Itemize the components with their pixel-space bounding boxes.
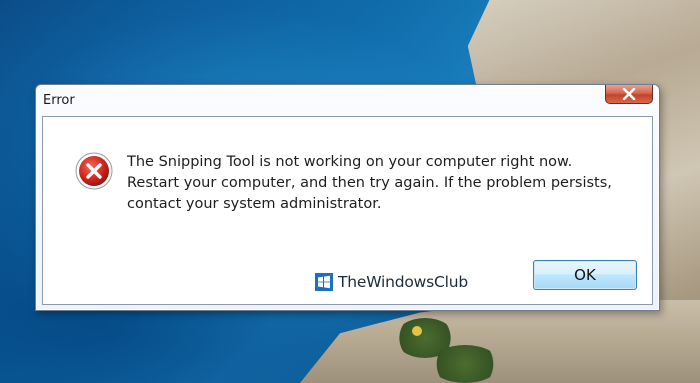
ok-button[interactable]: OK — [533, 260, 637, 290]
vegetation — [430, 345, 500, 383]
ok-button-label: OK — [574, 266, 596, 284]
close-icon — [622, 88, 636, 100]
flower — [412, 326, 422, 336]
error-icon — [75, 152, 113, 190]
dialog-body: The Snipping Tool is not working on your… — [42, 116, 653, 305]
close-button[interactable] — [605, 85, 653, 104]
watermark: TheWindowsClub — [315, 272, 468, 292]
error-dialog: Error The Snipping Tool is not working o… — [35, 84, 660, 311]
windows-logo-icon — [315, 273, 333, 291]
dialog-title: Error — [43, 93, 75, 108]
error-message: The Snipping Tool is not working on your… — [127, 154, 612, 212]
watermark-text: TheWindowsClub — [338, 273, 469, 291]
title-bar[interactable]: Error — [36, 85, 659, 115]
